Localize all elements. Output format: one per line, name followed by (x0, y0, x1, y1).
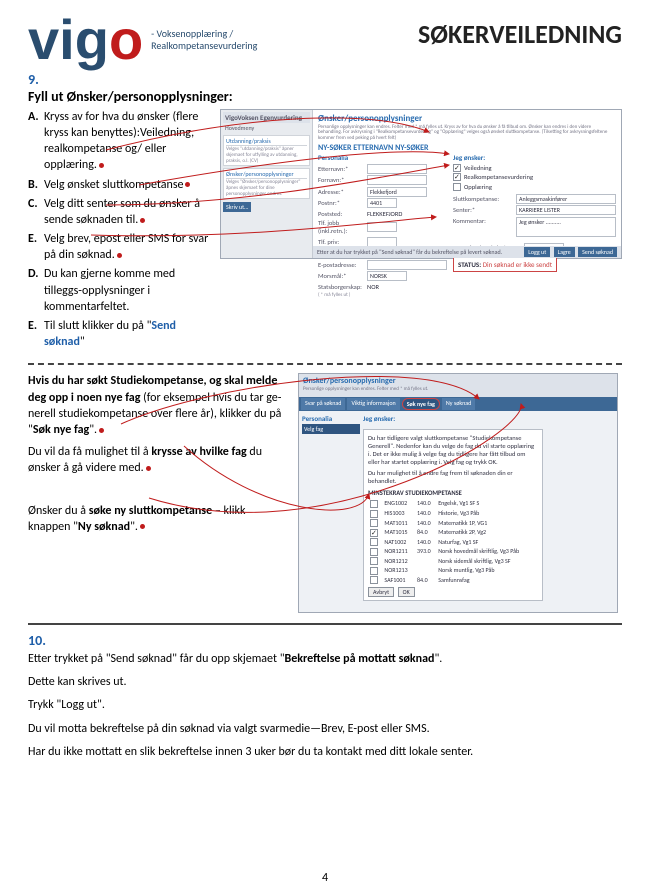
step-9-title: Fyll ut Ønsker/personopplysninger: (28, 88, 622, 105)
vigo-logo: vigo (28, 18, 143, 63)
senter-select[interactable]: KARRIERE LISTER (516, 205, 616, 215)
status-box: STATUS: Din søknad er ikke sendt (453, 257, 557, 272)
sluttkompetanse-select[interactable]: Anleggsmaskinfører (516, 194, 616, 204)
screenshot-velg-fag: Ønsker/personopplysninger Personlige opp… (298, 373, 618, 613)
step-9-num: 9. (28, 71, 622, 88)
section-jeg-onsker: Jeg ønsker: (453, 153, 616, 162)
send-soknad-button[interactable]: Send søknad (578, 247, 617, 257)
step-10: 10. Etter trykket på "Send søknad" får d… (28, 631, 622, 761)
page-number: 4 (322, 871, 328, 885)
logo-subtitle: - Voksenopplæring / Realkompetansevurder… (151, 28, 257, 52)
doc-title: SØKERVEILEDNING (418, 18, 622, 50)
kommentar-textarea[interactable]: Jeg ønsker .......... (516, 217, 616, 237)
lagre-button[interactable]: Lagre (554, 247, 575, 257)
step-10-num: 10. (28, 631, 622, 651)
loggut-button[interactable]: Logg ut (524, 247, 550, 257)
screenshot-onsker-person: VigoVoksen Egenvurdering Hovedmeny Utdan… (220, 109, 622, 259)
